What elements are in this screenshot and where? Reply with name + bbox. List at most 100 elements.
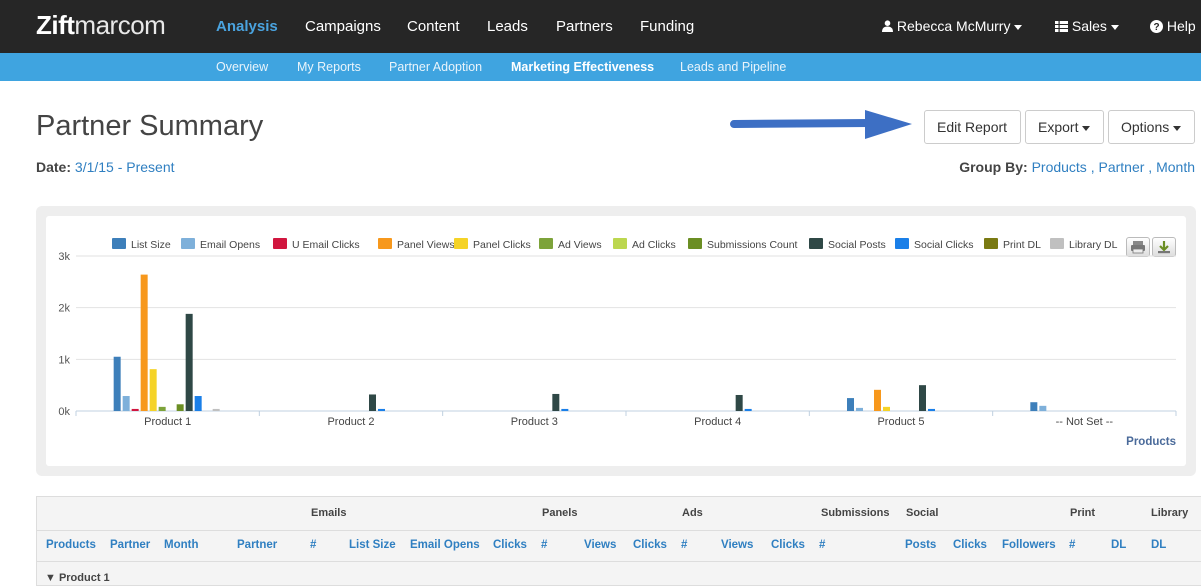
logo[interactable]: Ziftmarcom	[36, 10, 166, 41]
chart-bar	[1039, 405, 1047, 411]
chart-bar	[735, 394, 743, 411]
col-ad-views[interactable]: Views	[721, 539, 753, 551]
x-tick-label: Product 2	[327, 416, 374, 428]
col-ad-clicks[interactable]: Clicks	[771, 539, 805, 551]
top-navbar: Ziftmarcom Analysis Campaigns Content Le…	[0, 0, 1201, 53]
nav-campaigns[interactable]: Campaigns	[305, 18, 381, 35]
col-print-count[interactable]: #	[1069, 539, 1075, 551]
col-social-clicks[interactable]: Clicks	[953, 539, 987, 551]
user-name: Rebecca McMurry	[896, 18, 1011, 34]
nav-partners[interactable]: Partners	[556, 18, 613, 35]
chart-bar	[122, 396, 130, 411]
chevron-down-icon	[1014, 24, 1023, 30]
sales-label: Sales	[1071, 18, 1107, 34]
user-icon	[882, 20, 893, 32]
chart-bar	[369, 394, 376, 411]
arrow-annotation	[730, 110, 912, 139]
subnav-overview[interactable]: Overview	[216, 60, 268, 74]
col-submissions-count[interactable]: #	[819, 539, 825, 551]
x-axis-title: Products	[1126, 436, 1176, 448]
chart-bar	[149, 369, 157, 411]
logo-bold: Zift	[36, 10, 75, 40]
col-ads-count[interactable]: #	[681, 539, 687, 551]
col-products[interactable]: Products	[46, 539, 96, 551]
col-partner-name[interactable]: Partner	[237, 539, 277, 551]
col-print-dl[interactable]: DL	[1111, 539, 1126, 551]
nav-content[interactable]: Content	[407, 18, 460, 35]
nav-analysis[interactable]: Analysis	[216, 18, 278, 35]
export-button[interactable]: Export	[1025, 110, 1104, 144]
subnav-my-reports[interactable]: My Reports	[297, 60, 361, 74]
chart-bar	[378, 408, 385, 411]
nav-funding[interactable]: Funding	[640, 18, 694, 35]
chart-bar	[1030, 402, 1038, 411]
chart-bar	[140, 274, 148, 411]
chart-bar	[919, 385, 926, 411]
chart-bar	[185, 313, 193, 411]
chart-bar	[744, 408, 752, 411]
chart-area: List Size Email Opens U Email Clicks Panel …	[46, 216, 1186, 466]
group-header-library: Library	[1151, 507, 1189, 519]
y-tick-label: 3k	[58, 251, 70, 263]
col-month[interactable]: Month	[164, 539, 198, 551]
chart-panel: List Size Email Opens U Email Clicks Panel …	[36, 206, 1196, 476]
chart-bar	[113, 356, 121, 411]
row-divider	[37, 561, 1201, 562]
subnav-leads-and-pipeline[interactable]: Leads and Pipeline	[680, 60, 786, 74]
chart-bar	[561, 408, 569, 411]
nav-leads[interactable]: Leads	[487, 18, 528, 35]
chart-bar	[194, 396, 202, 411]
col-library-dl[interactable]: DL	[1151, 539, 1166, 551]
y-tick-label: 2k	[58, 303, 70, 315]
chart-bar	[552, 393, 560, 411]
date-filter: Date: 3/1/15 - Present	[36, 159, 175, 175]
group-header-social: Social	[906, 507, 939, 519]
col-social-posts[interactable]: Posts	[905, 539, 936, 551]
options-label: Options	[1121, 119, 1170, 135]
header-divider	[37, 530, 1201, 531]
x-tick-label: Product 5	[877, 416, 924, 428]
group-header-ads: Ads	[682, 507, 703, 519]
group-header-panels: Panels	[542, 507, 578, 519]
col-partner[interactable]: Partner	[110, 539, 150, 551]
date-range-link[interactable]: 3/1/15 - Present	[75, 159, 175, 175]
group-by-products[interactable]: Products	[1032, 159, 1087, 175]
y-tick-label: 0k	[58, 406, 70, 418]
x-tick-label: Product 4	[694, 416, 741, 428]
table-group-toggle[interactable]: ▼ Product 1	[45, 572, 110, 584]
chart-bar	[131, 408, 139, 411]
date-label: Date:	[36, 159, 72, 175]
edit-report-button[interactable]: Edit Report	[924, 110, 1021, 144]
user-menu[interactable]: Rebecca McMurry	[882, 18, 1023, 34]
x-tick-label: Product 1	[144, 416, 191, 428]
options-button[interactable]: Options	[1108, 110, 1195, 144]
help-link[interactable]: ? Help	[1150, 18, 1196, 34]
x-tick-label: -- Not Set --	[1056, 416, 1114, 428]
col-list-size[interactable]: List Size	[349, 539, 396, 551]
group-by-month[interactable]: Month	[1156, 159, 1195, 175]
col-emails-count[interactable]: #	[310, 539, 316, 551]
col-email-opens[interactable]: Email Opens	[410, 539, 480, 551]
chart-bar	[928, 408, 935, 411]
col-panel-views[interactable]: Views	[584, 539, 616, 551]
logo-light: marcom	[74, 10, 166, 40]
subnav-partner-adoption[interactable]: Partner Adoption	[389, 60, 482, 74]
col-social-followers[interactable]: Followers	[1002, 539, 1056, 551]
report-table: Emails Panels Ads Submissions Social Pri…	[36, 496, 1201, 586]
subnav-marketing-effectiveness[interactable]: Marketing Effectiveness	[511, 60, 654, 74]
chart-bar	[158, 406, 166, 411]
x-tick-label: Product 3	[511, 416, 558, 428]
group-by-partner[interactable]: Partner	[1098, 159, 1144, 175]
help-label: Help	[1166, 18, 1196, 34]
export-label: Export	[1038, 119, 1079, 135]
help-icon: ?	[1150, 20, 1163, 33]
col-email-clicks[interactable]: Clicks	[493, 539, 527, 551]
chart-bar	[212, 408, 220, 411]
sub-navbar: Overview My Reports Partner Adoption Mar…	[0, 53, 1201, 81]
group-by-label: Group By:	[959, 159, 1028, 175]
chart-bar	[847, 398, 854, 411]
group-header-emails: Emails	[311, 507, 347, 519]
col-panel-clicks[interactable]: Clicks	[633, 539, 667, 551]
col-panels-count[interactable]: #	[541, 539, 547, 551]
sales-menu[interactable]: Sales	[1055, 18, 1119, 34]
